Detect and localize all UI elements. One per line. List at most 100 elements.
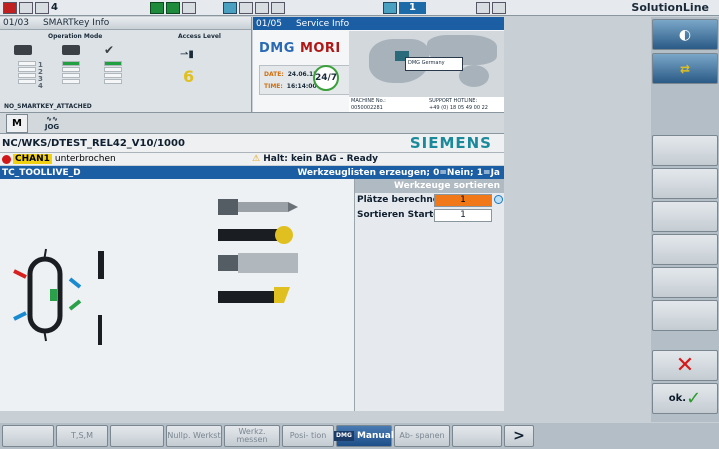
manual-label: Manual [356,431,394,441]
param-input[interactable]: 1 [434,209,492,222]
tap-tool-icon [218,253,298,273]
param-label: Plätze berechnen [357,195,446,205]
machine-mode-icon [14,45,32,55]
world-map[interactable]: DMG Germany [349,31,504,97]
support-info-bar: MACHINE No.: 0050002281 SUPPORT HOTLINE:… [349,97,504,112]
smartkey-title-bar: 01/03 SMARTkey Info [0,17,251,30]
spindle-status-icon [165,1,180,14]
counter-value: 4 [51,2,58,13]
softkey-7[interactable] [652,267,718,298]
hotline-value: +49 (0) 18 05 49 00 22 [429,105,488,111]
manual-mode-button[interactable]: M [6,114,28,133]
parameter-pane: Werkzeuge sortieren Plätze berechnen 1 S… [354,179,504,411]
bottom-spacer [0,411,504,423]
dmg-tag: DMG [334,431,354,441]
smartkey-index: 01/03 [3,18,29,28]
machine-no-label: MACHINE No.: [351,98,386,104]
cycle-hint: Werkzeuglisten erzeugen; 0=Nein; 1=Ja [297,167,500,178]
lamp-icon [270,1,285,14]
ok-button[interactable]: ok. ✓ [652,383,718,414]
position-softkey[interactable]: Posi- tion [282,425,334,447]
softkey-6[interactable] [652,234,718,265]
softkey-5[interactable] [652,201,718,232]
coolant-icon [238,1,253,14]
channel-state: unterbrochen [54,154,116,164]
channel-indicator: 1 [382,1,426,15]
machine-status-icon [149,1,164,14]
param-input[interactable]: 1 [434,194,492,207]
dmg-manual-softkey[interactable]: DMG Manual [334,425,394,447]
drill-tool-icon [218,199,298,215]
halt-message: ⚠ Halt: kein BAG - Ready [252,154,379,164]
status-left: 4 [3,1,58,15]
softkey-8[interactable] [652,300,718,331]
gripper-icon [98,315,102,345]
softkey-h1[interactable] [2,425,54,447]
network-icon [222,1,237,14]
siemens-logo: SIEMENS [409,134,492,152]
cycle-graphic-area [0,179,354,411]
ok-label: ok. [668,393,687,404]
status-mid [149,1,198,15]
dmg-mori-logo: DMG MORI [259,41,341,56]
cancel-button[interactable]: ✕ [652,350,718,381]
globe-icon: ◐ [678,26,692,43]
stock-removal-softkey[interactable]: Ab- spanen [394,425,450,447]
channel-icon [382,1,397,14]
time-label: TIME: [264,83,283,90]
map-location-tooltip: DMG Germany [405,57,463,71]
cycle-icon[interactable] [35,1,49,14]
jog-label: JOG [44,123,60,131]
program-path: NC/WKS/DTEST_REL42_V10/1000 [2,137,185,149]
screen-icon[interactable] [19,1,33,14]
status-tools [222,1,287,15]
channel-status-row: CHAN1 unterbrochen ⚠ Halt: kein BAG - Re… [0,152,504,165]
network-icon: ⇄ [679,61,691,76]
smartkey-title: SMARTkey Info [42,18,110,28]
network-softkey[interactable]: ⇄ [652,53,718,84]
alarm-icon[interactable] [3,1,17,14]
channel-name: CHAN1 [13,154,52,164]
tool-magazine-graphic [13,199,298,345]
tsm-label: T,S,M [71,431,93,440]
param-row: Sortieren Starten 1 [355,208,504,223]
softkey-4[interactable] [652,168,718,199]
hotline-label: SUPPORT HOTLINE: [429,98,478,104]
softkey-3[interactable] [652,135,718,166]
toggle-indicator-icon[interactable] [494,195,503,204]
channel-alarm-icon [2,154,11,164]
softkey-h3[interactable] [110,425,164,447]
sun-icon [475,1,490,14]
chain-magazine-icon [13,248,82,342]
machine-no-value: 0050002281 [351,105,383,111]
workpiece-zero-label: Nullp. Werkst [167,431,221,440]
feed-status-icon [181,1,196,14]
jog-mode-button[interactable]: ∿∿ JOG [38,115,66,131]
warning-icon: ⚠ [252,154,261,164]
time-value: 16:14:00 [286,83,317,90]
tsm-softkey[interactable]: T,S,M [56,425,108,447]
status-right [475,1,508,15]
mode-number: 4 [38,82,43,90]
hmi-screen: 4 1 SolutionLine 01/03 SMARTkey Info Ope… [0,0,719,449]
measure-tool-softkey[interactable]: Werkz. messen [224,425,280,447]
access-level-label: Access Level [178,33,221,40]
jog-icon: ∿∿ [46,115,58,123]
globe-softkey[interactable]: ◐ [652,19,718,50]
softkey-h9[interactable] [452,425,502,447]
brand-label: SolutionLine [631,1,709,14]
chevron-right-icon: > [513,428,525,444]
service-title: Service Info [295,18,350,29]
more-softkeys-button[interactable]: > [504,425,534,447]
workpiece-zero-softkey[interactable]: Nullp. Werkst [166,425,222,447]
param-label: Sortieren Starten [357,210,446,220]
operating-mode-row: M ∿∿ JOG [0,112,504,134]
program-path-row: NC/WKS/DTEST_REL42_V10/1000 SIEMENS [0,134,504,152]
key-icon [491,1,506,14]
mode-bars-2 [62,61,80,85]
smartkey-window: 01/03 SMARTkey Info Operation Mode Acces… [0,17,252,112]
key-arrow-icon: ⇀▮ [180,49,194,60]
horizontal-softkey-bar: T,S,M Nullp. Werkst Werkz. messen Posi- … [0,423,719,449]
setup-mode-icon [62,45,80,55]
position-label: Posi- tion [289,431,327,440]
